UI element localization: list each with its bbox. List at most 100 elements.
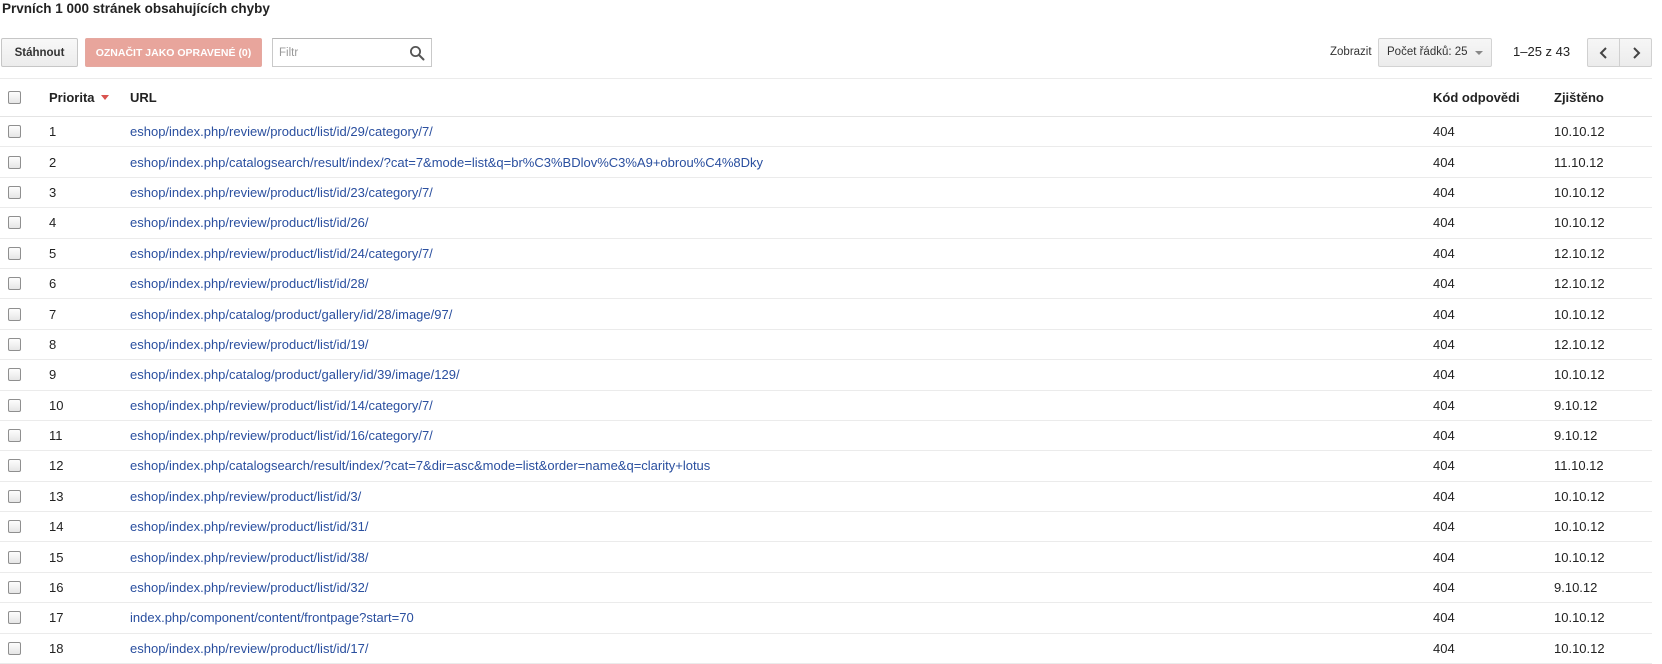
show-label: Zobrazit (1330, 46, 1372, 58)
row-priority: 8 (49, 336, 57, 352)
row-url-link[interactable]: eshop/index.php/review/product/list/id/3… (130, 519, 368, 534)
row-response-code: 404 (1433, 397, 1455, 413)
mark-as-fixed-button[interactable]: OZNAČIT JAKO OPRAVENÉ (0) (85, 38, 262, 67)
row-detected-date: 11.10.12 (1554, 154, 1604, 170)
row-url-link[interactable]: eshop/index.php/review/product/list/id/3… (130, 550, 368, 565)
row-detected-date: 12.10.12 (1554, 245, 1605, 261)
row-response-code: 404 (1433, 124, 1455, 140)
row-checkbox[interactable] (8, 277, 21, 291)
row-priority: 10 (49, 397, 64, 413)
next-page-button[interactable] (1619, 38, 1652, 67)
table-row: 15 eshop/index.php/review/product/list/id… (0, 542, 1652, 573)
row-url-link[interactable]: eshop/index.php/review/product/list/id/3… (130, 489, 361, 504)
row-url-link[interactable]: eshop/index.php/review/product/list/id/2… (130, 185, 433, 200)
row-url-link[interactable]: eshop/index.php/catalogsearch/result/ind… (130, 458, 710, 473)
row-detected-date: 9.10.12 (1554, 397, 1598, 413)
row-checkbox[interactable] (8, 216, 21, 230)
row-response-code: 404 (1433, 154, 1455, 170)
row-url-link[interactable]: index.php/component/content/frontpage?st… (130, 610, 414, 625)
table-row: 17 index.php/component/content/frontpage?… (0, 603, 1652, 634)
row-priority: 3 (49, 184, 57, 200)
row-checkbox-cell (8, 208, 24, 237)
row-checkbox-cell (8, 573, 24, 602)
download-button[interactable]: Stáhnout (1, 38, 78, 67)
row-url-link[interactable]: eshop/index.php/review/product/list/id/2… (130, 246, 433, 261)
row-url-link[interactable]: eshop/index.php/catalog/product/gallery/… (130, 307, 452, 322)
rows-per-page-value: Počet řádků: 25 (1387, 46, 1468, 58)
row-url-link[interactable]: eshop/index.php/catalogsearch/result/ind… (130, 155, 763, 170)
previous-page-button[interactable] (1587, 38, 1620, 67)
table-row: 18 eshop/index.php/review/product/list/id… (0, 634, 1652, 664)
table-row: 9 eshop/index.php/catalog/product/gallery… (0, 360, 1652, 391)
row-checkbox[interactable] (8, 125, 21, 139)
search-icon[interactable] (409, 45, 425, 61)
filter-input[interactable] (273, 39, 403, 66)
select-all-cell (8, 79, 24, 116)
row-url-cell: eshop/index.php/review/product/list/id/3… (130, 482, 361, 511)
header-priority-label: Priorita (49, 90, 95, 105)
row-url-link[interactable]: eshop/index.php/review/product/list/id/1… (130, 398, 433, 413)
row-priority: 2 (49, 154, 57, 170)
table-row: 4 eshop/index.php/review/product/list/id/… (0, 208, 1652, 239)
row-priority: 16 (49, 580, 64, 596)
row-checkbox[interactable] (8, 520, 21, 534)
row-checkbox[interactable] (8, 307, 21, 321)
row-checkbox[interactable] (8, 246, 21, 260)
row-url-link[interactable]: eshop/index.php/review/product/list/id/2… (130, 215, 368, 230)
row-checkbox[interactable] (8, 368, 21, 382)
row-checkbox[interactable] (8, 459, 21, 473)
header-response-code[interactable]: Kód odpovědi (1433, 79, 1520, 116)
row-detected-date: 10.10.12 (1554, 519, 1605, 535)
row-checkbox-cell (8, 482, 24, 511)
rows-per-page-select[interactable]: Počet řádků: 25 (1378, 38, 1492, 67)
row-response-code: 404 (1433, 610, 1455, 626)
row-response-code: 404 (1433, 245, 1455, 261)
row-detected-date: 9.10.12 (1554, 428, 1598, 444)
toolbar: Stáhnout OZNAČIT JAKO OPRAVENÉ (0) Zobra… (1, 38, 1652, 68)
row-detected-date: 12.10.12 (1554, 276, 1605, 292)
row-priority: 18 (49, 640, 64, 656)
row-checkbox[interactable] (8, 155, 21, 169)
row-checkbox-cell (8, 178, 24, 207)
row-url-link[interactable]: eshop/index.php/catalog/product/gallery/… (130, 367, 460, 382)
filter-box (272, 38, 432, 67)
row-checkbox-cell (8, 147, 24, 176)
row-checkbox[interactable] (8, 185, 21, 199)
header-priority[interactable]: Priorita (49, 79, 109, 116)
row-checkbox[interactable] (8, 641, 21, 655)
row-priority: 4 (49, 215, 57, 231)
errors-table: Priorita URL Kód odpovědi Zjištěno 1 esho… (0, 78, 1652, 664)
table-header-row: Priorita URL Kód odpovědi Zjištěno (0, 78, 1652, 117)
row-checkbox[interactable] (8, 429, 21, 443)
row-response-code: 404 (1433, 306, 1455, 322)
row-url-link[interactable]: eshop/index.php/review/product/list/id/3… (130, 580, 368, 595)
table-row: 5 eshop/index.php/review/product/list/id/… (0, 239, 1652, 269)
row-url-link[interactable]: eshop/index.php/review/product/list/id/1… (130, 641, 368, 656)
row-detected-date: 10.10.12 (1554, 184, 1605, 200)
row-response-code: 404 (1433, 640, 1455, 656)
row-checkbox[interactable] (8, 337, 21, 351)
table-row: 3 eshop/index.php/review/product/list/id/… (0, 178, 1652, 209)
row-checkbox[interactable] (8, 489, 21, 503)
header-detected[interactable]: Zjištěno (1554, 79, 1604, 116)
row-checkbox[interactable] (8, 550, 21, 564)
row-response-code: 404 (1433, 184, 1455, 200)
row-response-code: 404 (1433, 336, 1455, 352)
row-url-link[interactable]: eshop/index.php/review/product/list/id/1… (130, 428, 433, 443)
header-url[interactable]: URL (130, 79, 157, 116)
row-checkbox-cell (8, 330, 24, 359)
select-all-checkbox[interactable] (8, 91, 21, 104)
row-checkbox[interactable] (8, 611, 21, 625)
row-response-code: 404 (1433, 458, 1455, 474)
row-checkbox-cell (8, 391, 24, 420)
row-url-cell: eshop/index.php/review/product/list/id/3… (130, 512, 368, 541)
pagination-range: 1–25 z 43 (1513, 44, 1571, 59)
row-priority: 17 (49, 610, 64, 626)
row-url-link[interactable]: eshop/index.php/review/product/list/id/2… (130, 124, 433, 139)
row-url-link[interactable]: eshop/index.php/review/product/list/id/1… (130, 337, 368, 352)
row-url-link[interactable]: eshop/index.php/review/product/list/id/2… (130, 276, 368, 291)
row-priority: 7 (49, 306, 57, 322)
row-checkbox[interactable] (8, 581, 21, 595)
row-checkbox[interactable] (8, 398, 21, 412)
row-response-code: 404 (1433, 549, 1455, 565)
